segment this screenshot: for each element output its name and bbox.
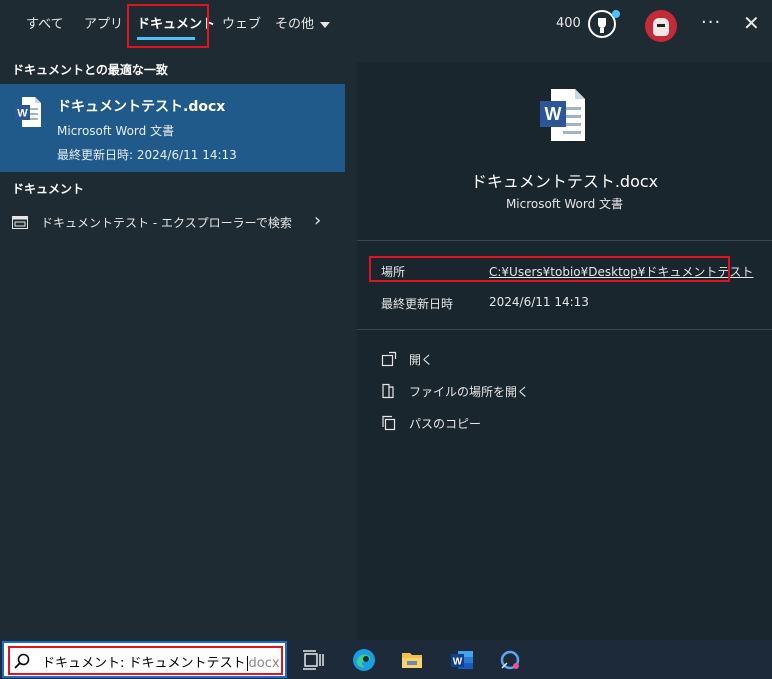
best-match-type: Microsoft Word 文書 bbox=[57, 124, 175, 138]
word-file-icon: W bbox=[15, 97, 41, 127]
copy-icon bbox=[382, 415, 396, 431]
chevron-right-icon[interactable]: › bbox=[314, 210, 321, 231]
search-box[interactable]: ドキュメント: ドキュメントテスト docx bbox=[2, 641, 287, 678]
preview-pane: W ドキュメントテスト.docx Microsoft Word 文書 場所 C:… bbox=[357, 62, 772, 640]
more-options-icon[interactable]: ··· bbox=[701, 12, 721, 33]
rewards-points: 400 bbox=[556, 16, 581, 31]
snipping-tool-icon[interactable] bbox=[498, 648, 522, 672]
edge-browser-icon[interactable] bbox=[352, 648, 376, 672]
active-tab-indicator bbox=[137, 37, 195, 40]
text-caret bbox=[246, 656, 248, 671]
notification-dot bbox=[612, 10, 620, 18]
word-app-icon[interactable]: W bbox=[450, 648, 474, 672]
svg-text:W: W bbox=[545, 104, 562, 124]
preview-file-type: Microsoft Word 文書 bbox=[505, 197, 624, 211]
documents-heading: ドキュメント bbox=[12, 182, 85, 196]
tab-apps[interactable]: アプリ bbox=[84, 14, 123, 36]
preview-file-name: ドキュメントテスト.docx bbox=[470, 172, 659, 191]
explorer-icon bbox=[12, 216, 28, 229]
modified-value: 2024/6/11 14:13 bbox=[489, 295, 589, 309]
open-label: 開く bbox=[409, 353, 434, 367]
tab-more[interactable]: その他 bbox=[275, 14, 331, 36]
avatar[interactable] bbox=[645, 10, 677, 42]
best-match-name: ドキュメントテスト.docx bbox=[57, 99, 226, 115]
best-match-modified: 最終更新日時: 2024/6/11 14:13 bbox=[57, 148, 237, 162]
search-input[interactable]: ドキュメント: ドキュメントテスト docx bbox=[42, 652, 280, 671]
folder-open-icon bbox=[382, 383, 394, 399]
best-match-heading: ドキュメントとの最適な一致 bbox=[12, 63, 168, 77]
taskbar: ドキュメント: ドキュメントテスト docx W bbox=[0, 640, 772, 679]
divider bbox=[357, 329, 772, 330]
search-query: ドキュメント: ドキュメントテスト bbox=[42, 656, 246, 671]
svg-text:W: W bbox=[17, 108, 28, 120]
location-path-link[interactable]: C:¥Users¥tobio¥Desktop¥ドキュメントテスト bbox=[489, 263, 753, 280]
tab-documents[interactable]: ドキュメント bbox=[137, 14, 215, 36]
file-explorer-icon[interactable] bbox=[400, 648, 424, 672]
word-file-large-icon: W bbox=[540, 89, 585, 141]
svg-text:W: W bbox=[453, 657, 463, 668]
tab-web[interactable]: ウェブ bbox=[222, 14, 261, 36]
search-autocomplete: docx bbox=[248, 656, 280, 671]
explorer-search-row[interactable]: ドキュメントテスト - エクスプローラーで検索 › bbox=[0, 208, 345, 238]
explorer-search-label: ドキュメントテスト - エクスプローラーで検索 bbox=[41, 216, 292, 230]
open-file-location-label: ファイルの場所を開く bbox=[409, 385, 530, 399]
tab-all[interactable]: すべて bbox=[26, 14, 64, 36]
open-icon bbox=[381, 351, 397, 367]
divider bbox=[357, 240, 772, 241]
location-label: 場所 bbox=[381, 265, 406, 279]
results-pane: ドキュメントとの最適な一致 W ドキュメントテスト.docx Microsoft… bbox=[0, 50, 345, 640]
chevron-down-icon bbox=[320, 21, 331, 28]
modified-label: 最終更新日時 bbox=[381, 297, 454, 311]
search-icon bbox=[14, 653, 30, 669]
copy-path-label: パスのコピー bbox=[409, 417, 482, 431]
top-bar: すべて アプリ ドキュメント ウェブ その他 400 ··· ✕ bbox=[0, 0, 772, 50]
best-match-item[interactable]: W ドキュメントテスト.docx Microsoft Word 文書 最終更新日… bbox=[0, 84, 345, 172]
close-icon[interactable]: ✕ bbox=[743, 11, 760, 35]
task-view-icon[interactable] bbox=[302, 648, 326, 672]
tab-more-label: その他 bbox=[275, 17, 315, 32]
